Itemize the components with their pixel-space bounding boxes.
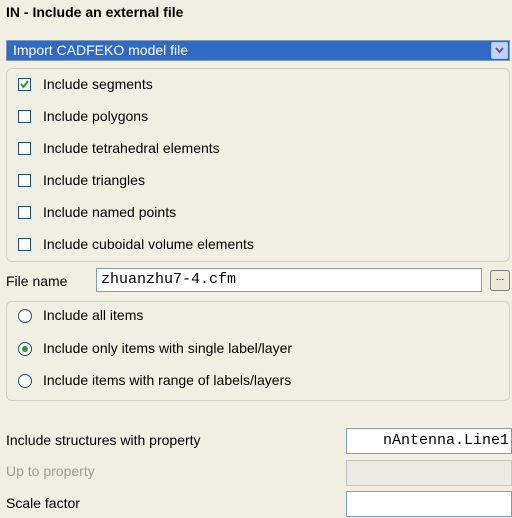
include-structures-input[interactable]: nAntenna.Line1	[346, 428, 512, 454]
radio-icon[interactable]	[18, 309, 32, 323]
scale-factor-label: Scale factor	[6, 495, 80, 511]
include-structures-label: Include structures with property	[6, 432, 201, 448]
checkbox-label: Include tetrahedral elements	[43, 140, 220, 156]
radio-icon[interactable]	[18, 374, 32, 388]
chevron-down-icon[interactable]	[491, 42, 508, 59]
checkbox-label: Include cuboidal volume elements	[43, 236, 254, 252]
up-to-property-input	[346, 460, 512, 486]
import-type-select[interactable]: Import CADFEKO model file	[6, 40, 510, 61]
checkbox-icon[interactable]	[18, 238, 31, 251]
radio-selected-icon[interactable]	[18, 342, 32, 356]
checkbox-label: Include polygons	[43, 108, 149, 124]
checkbox-icon[interactable]	[18, 142, 31, 155]
checkbox-label: Include named points	[43, 204, 177, 220]
file-name-input[interactable]: zhuanzhu7-4.cfm	[96, 268, 482, 292]
item-options-group: Include all items Include only items wit…	[6, 301, 510, 401]
checkbox-label: Include triangles	[43, 172, 145, 188]
checkbox-label: Include segments	[43, 76, 153, 92]
import-type-value: Import CADFEKO model file	[13, 42, 189, 58]
include-options-group: Include segments Include polygons Includ…	[6, 68, 510, 262]
radio-label: Include only items with single label/lay…	[43, 340, 293, 356]
up-to-property-label: Up to property	[6, 463, 95, 479]
radio-label: Include all items	[43, 307, 144, 323]
browse-button[interactable]: ...	[490, 270, 510, 291]
checkbox-icon[interactable]	[18, 206, 31, 219]
scale-factor-input[interactable]	[346, 491, 512, 517]
checkbox-icon[interactable]	[18, 110, 31, 123]
checkbox-checked-icon[interactable]	[18, 78, 31, 91]
checkbox-icon[interactable]	[18, 174, 31, 187]
file-name-label: File name	[6, 273, 68, 289]
radio-label: Include items with range of labels/layer…	[43, 372, 292, 388]
dialog-title: IN - Include an external file	[6, 4, 184, 20]
include-structures-value: nAntenna.Line1	[382, 432, 509, 449]
